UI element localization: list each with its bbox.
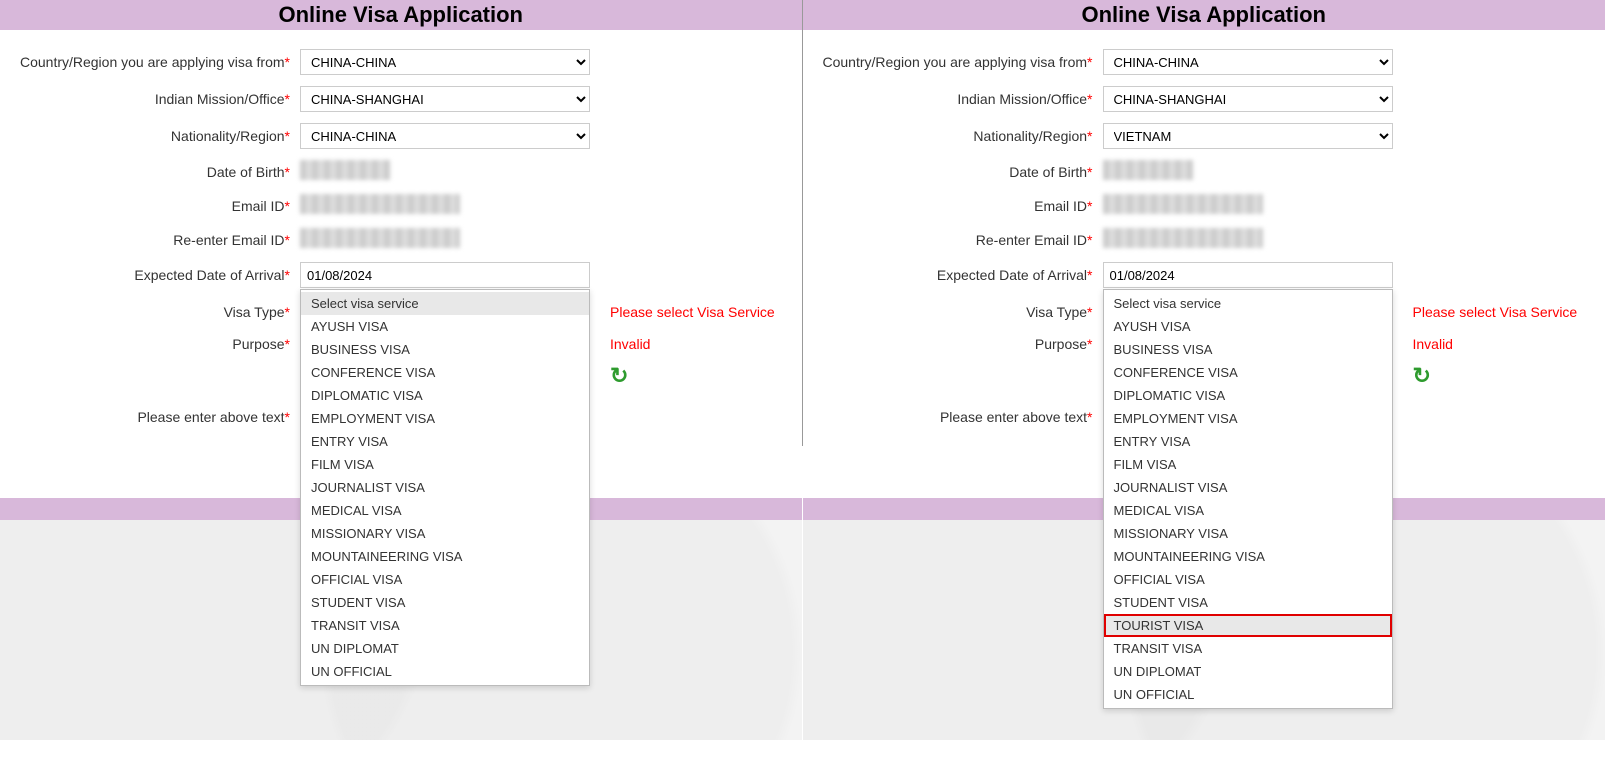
country-select[interactable]: CHINA-CHINA: [300, 49, 590, 75]
visa-type-option[interactable]: EMPLOYMENT VISA: [301, 407, 589, 430]
country-select[interactable]: CHINA-CHINA: [1103, 49, 1393, 75]
visa-type-option[interactable]: Select visa service: [1104, 292, 1392, 315]
email-input[interactable]: [1103, 194, 1263, 214]
visa-type-option[interactable]: JOURNALIST VISA: [1104, 476, 1392, 499]
visa-type-option[interactable]: ENTRY VISA: [1104, 430, 1392, 453]
nationality-label: Nationality/Region*: [10, 128, 300, 144]
arrival-label: Expected Date of Arrival*: [813, 267, 1103, 283]
page-title: Online Visa Application: [0, 0, 802, 31]
visa-type-option[interactable]: STUDENT VISA: [301, 591, 589, 614]
visa-type-option[interactable]: AYUSH VISA: [1104, 315, 1392, 338]
visa-type-error: Please select Visa Service: [1393, 304, 1578, 320]
visa-type-option[interactable]: TOURIST VISA: [1104, 614, 1392, 637]
mission-label: Indian Mission/Office*: [813, 91, 1103, 107]
visa-type-option[interactable]: MISSIONARY VISA: [1104, 522, 1392, 545]
visa-type-option[interactable]: MEDICAL VISA: [301, 499, 589, 522]
visa-type-error: Please select Visa Service: [590, 304, 775, 320]
dob-label: Date of Birth*: [10, 164, 300, 180]
nationality-select[interactable]: CHINA-CHINA: [300, 123, 590, 149]
visa-type-option[interactable]: ENTRY VISA: [301, 430, 589, 453]
refresh-icon[interactable]: ↻: [590, 363, 628, 389]
visa-type-option[interactable]: MEDICAL VISA: [1104, 499, 1392, 522]
visa-type-option[interactable]: OFFICIAL VISA: [1104, 568, 1392, 591]
country-label: Country/Region you are applying visa fro…: [10, 54, 300, 70]
visa-type-option[interactable]: DIPLOMATIC VISA: [1104, 384, 1392, 407]
purpose-label: Purpose*: [10, 336, 300, 352]
visa-type-option[interactable]: JOURNALIST VISA: [301, 476, 589, 499]
visa-type-option[interactable]: Select visa service: [301, 292, 589, 315]
page-title: Online Visa Application: [803, 0, 1605, 31]
captcha-label: Please enter above text*: [10, 409, 300, 425]
nationality-label: Nationality/Region*: [813, 128, 1103, 144]
visa-type-option[interactable]: BUSINESS VISA: [1104, 338, 1392, 361]
email-input[interactable]: [300, 194, 460, 214]
visa-type-option[interactable]: TRANSIT VISA: [301, 614, 589, 637]
email-label: Email ID*: [813, 198, 1103, 214]
visa-type-label: Visa Type*: [10, 304, 300, 320]
visa-type-option[interactable]: OFFICIAL VISA: [301, 568, 589, 591]
reemail-label: Re-enter Email ID*: [10, 232, 300, 248]
purpose-error: Invalid: [1393, 336, 1453, 352]
visa-type-option[interactable]: UN DIPLOMAT: [1104, 660, 1392, 683]
visa-type-option[interactable]: TRANSIT VISA: [1104, 637, 1392, 660]
captcha-label: Please enter above text*: [813, 409, 1103, 425]
visa-type-option[interactable]: UN OFFICIAL: [301, 660, 589, 683]
visa-type-option[interactable]: STUDENT VISA: [1104, 591, 1392, 614]
purpose-label: Purpose*: [813, 336, 1103, 352]
country-label: Country/Region you are applying visa fro…: [813, 54, 1103, 70]
visa-type-label: Visa Type*: [813, 304, 1103, 320]
dob-label: Date of Birth*: [813, 164, 1103, 180]
visa-type-option[interactable]: DIPLOMATIC VISA: [301, 384, 589, 407]
dob-input[interactable]: [1103, 160, 1193, 180]
visa-type-option[interactable]: CONFERENCE VISA: [301, 361, 589, 384]
visa-type-dropdown[interactable]: Select visa serviceAYUSH VISABUSINESS VI…: [1103, 289, 1393, 709]
mission-label: Indian Mission/Office*: [10, 91, 300, 107]
purpose-error: Invalid: [590, 336, 650, 352]
visa-type-dropdown[interactable]: Select visa serviceAYUSH VISABUSINESS VI…: [300, 289, 590, 686]
reemail-label: Re-enter Email ID*: [813, 232, 1103, 248]
dob-input[interactable]: [300, 160, 390, 180]
visa-type-option[interactable]: MISSIONARY VISA: [301, 522, 589, 545]
arrival-input[interactable]: [300, 262, 590, 288]
email-label: Email ID*: [10, 198, 300, 214]
refresh-icon[interactable]: ↻: [1393, 363, 1431, 389]
visa-type-option[interactable]: FILM VISA: [301, 453, 589, 476]
visa-type-option[interactable]: UN OFFICIAL: [1104, 683, 1392, 706]
nationality-select[interactable]: VIETNAM: [1103, 123, 1393, 149]
visa-type-option[interactable]: FILM VISA: [1104, 453, 1392, 476]
visa-type-option[interactable]: AYUSH VISA: [301, 315, 589, 338]
visa-type-option[interactable]: EMPLOYMENT VISA: [1104, 407, 1392, 430]
mission-select[interactable]: CHINA-SHANGHAI: [300, 86, 590, 112]
arrival-input[interactable]: [1103, 262, 1393, 288]
visa-type-option[interactable]: MOUNTAINEERING VISA: [301, 545, 589, 568]
mission-select[interactable]: CHINA-SHANGHAI: [1103, 86, 1393, 112]
visa-type-option[interactable]: CONFERENCE VISA: [1104, 361, 1392, 384]
arrival-label: Expected Date of Arrival*: [10, 267, 300, 283]
visa-type-option[interactable]: MOUNTAINEERING VISA: [1104, 545, 1392, 568]
reemail-input[interactable]: [300, 228, 460, 248]
visa-type-option[interactable]: UN DIPLOMAT: [301, 637, 589, 660]
reemail-input[interactable]: [1103, 228, 1263, 248]
visa-type-option[interactable]: BUSINESS VISA: [301, 338, 589, 361]
